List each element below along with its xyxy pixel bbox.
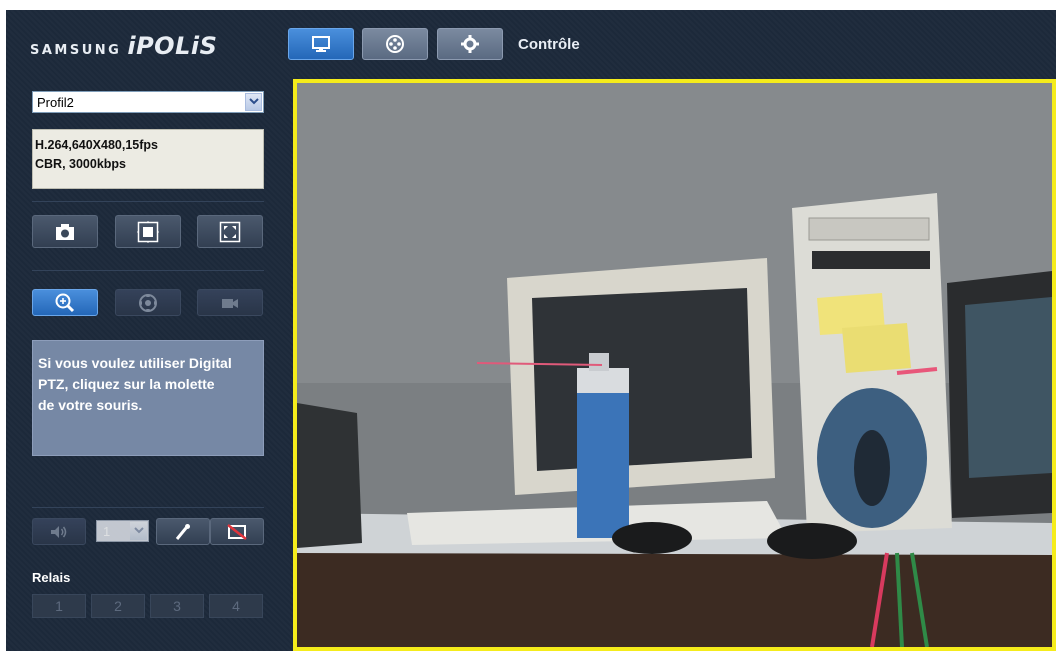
profile-select-value: Profil2	[37, 94, 74, 110]
profile-select[interactable]: Profil2	[32, 91, 264, 113]
alarm-output-button[interactable]	[210, 518, 264, 545]
hint-line-2: PTZ, cliquez sur la molette	[38, 376, 215, 392]
zoom-icon	[55, 293, 75, 312]
tab-playback[interactable]	[362, 28, 428, 60]
digital-ptz-hint: Si vous voulez utiliser Digital PTZ, cli…	[32, 340, 264, 456]
fullscreen-icon	[219, 221, 241, 242]
live-video-view[interactable]	[293, 79, 1056, 651]
microphone-icon	[175, 523, 190, 540]
camera-icon	[56, 223, 74, 240]
record-icon	[222, 298, 238, 308]
microphone-button[interactable]	[156, 518, 210, 545]
stream-info: H.264,640X480,15fps CBR, 3000kbps	[32, 129, 264, 189]
volume-select-value: 1	[103, 523, 111, 539]
tab-setup[interactable]	[437, 28, 503, 60]
record-tab[interactable]	[197, 289, 263, 316]
app-window: SAMSUNG iPOLiS Contrôle Profil2 H.264,64…	[6, 10, 1056, 651]
header: SAMSUNG iPOLiS Contrôle	[6, 10, 1056, 77]
stream-codec-info: H.264,640X480,15fps	[35, 138, 159, 152]
relay-button-4[interactable]: 4	[209, 594, 263, 618]
divider	[32, 201, 264, 202]
ptz-tab[interactable]	[115, 289, 181, 316]
ptz-icon	[139, 293, 157, 312]
snapshot-button[interactable]	[32, 215, 98, 248]
speaker-icon	[51, 525, 67, 538]
speaker-button[interactable]	[32, 518, 86, 545]
tab-live-view[interactable]	[288, 28, 354, 60]
fullscreen-button[interactable]	[197, 215, 263, 248]
control-panel: Profil2 H.264,640X480,15fps CBR, 3000kbp…	[19, 79, 265, 651]
gear-icon	[461, 35, 479, 53]
divider	[32, 507, 264, 508]
digital-zoom-tab[interactable]	[32, 289, 98, 316]
alarm-icon	[227, 523, 247, 540]
relay-button-1[interactable]: 1	[32, 594, 86, 618]
page-title: Contrôle	[518, 36, 580, 53]
fit-screen-icon	[137, 220, 159, 243]
chevron-down-icon[interactable]	[130, 522, 147, 540]
samsung-ipolis-logo: SAMSUNG iPOLiS	[30, 32, 218, 60]
relay-button-3[interactable]: 3	[150, 594, 204, 618]
relay-button-2[interactable]: 2	[91, 594, 145, 618]
hint-line-1: Si vous voulez utiliser Digital	[38, 355, 232, 371]
video-frame	[297, 83, 1052, 647]
relay-label: Relais	[32, 570, 71, 585]
stream-bitrate-info: CBR, 3000kbps	[35, 157, 127, 171]
film-reel-icon	[386, 35, 404, 53]
logo-product: iPOLiS	[127, 32, 218, 60]
monitor-icon	[312, 36, 330, 52]
chevron-down-icon[interactable]	[245, 93, 262, 111]
logo-brand: SAMSUNG	[30, 43, 122, 58]
volume-select[interactable]: 1	[96, 520, 149, 542]
hint-line-3: de votre souris.	[38, 397, 143, 413]
fit-screen-button[interactable]	[115, 215, 181, 248]
divider	[32, 270, 264, 271]
